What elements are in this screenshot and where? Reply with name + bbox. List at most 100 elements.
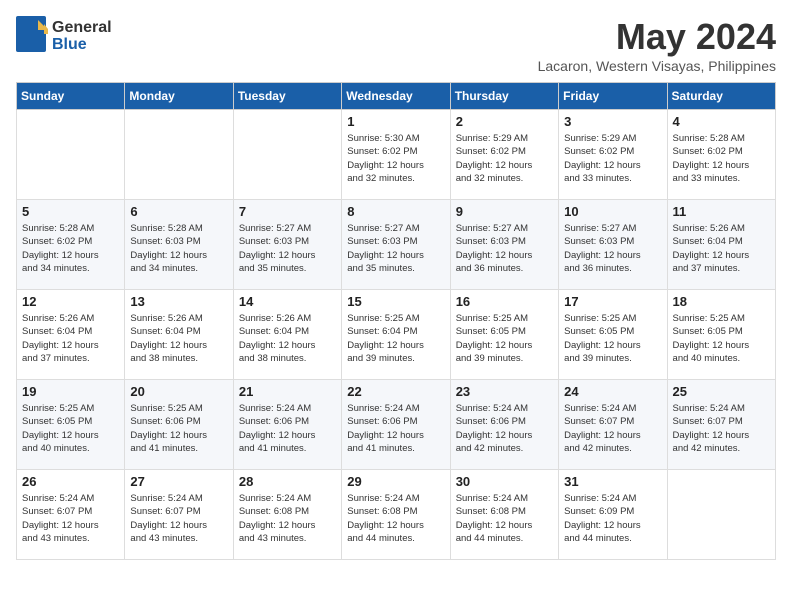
logo: General Blue (16, 16, 112, 57)
day-info: Sunrise: 5:24 AM Sunset: 6:06 PM Dayligh… (239, 402, 336, 455)
logo-icon (16, 16, 48, 57)
day-number: 11 (673, 204, 770, 219)
day-info: Sunrise: 5:25 AM Sunset: 6:05 PM Dayligh… (673, 312, 770, 365)
day-info: Sunrise: 5:24 AM Sunset: 6:06 PM Dayligh… (347, 402, 444, 455)
day-number: 10 (564, 204, 661, 219)
day-number: 8 (347, 204, 444, 219)
day-info: Sunrise: 5:25 AM Sunset: 6:06 PM Dayligh… (130, 402, 227, 455)
day-info: Sunrise: 5:27 AM Sunset: 6:03 PM Dayligh… (239, 222, 336, 275)
month-title: May 2024 (538, 16, 776, 58)
header-saturday: Saturday (667, 83, 775, 110)
day-info: Sunrise: 5:24 AM Sunset: 6:08 PM Dayligh… (456, 492, 553, 545)
calendar-cell: 19Sunrise: 5:25 AM Sunset: 6:05 PM Dayli… (17, 380, 125, 470)
day-number: 29 (347, 474, 444, 489)
day-info: Sunrise: 5:24 AM Sunset: 6:08 PM Dayligh… (347, 492, 444, 545)
header-sunday: Sunday (17, 83, 125, 110)
calendar-cell: 14 Sunrise: 5:26 AM Sunset: 6:04 PM Dayli… (233, 290, 341, 380)
day-number: 9 (456, 204, 553, 219)
calendar-week-2: 5 Sunrise: 5:28 AM Sunset: 6:02 PM Daylig… (17, 200, 776, 290)
day-info: Sunrise: 5:26 AM Sunset: 6:04 PM Dayligh… (673, 222, 770, 275)
calendar-cell: 11 Sunrise: 5:26 AM Sunset: 6:04 PM Dayli… (667, 200, 775, 290)
calendar-cell: 13 Sunrise: 5:26 AM Sunset: 6:04 PM Dayli… (125, 290, 233, 380)
day-info: Sunrise: 5:26 AM Sunset: 6:04 PM Dayligh… (239, 312, 336, 365)
calendar-cell: 2 Sunrise: 5:29 AM Sunset: 6:02 PM Daylig… (450, 110, 558, 200)
calendar-cell: 30 Sunrise: 5:24 AM Sunset: 6:08 PM Dayli… (450, 470, 558, 560)
calendar-cell: 16Sunrise: 5:25 AM Sunset: 6:05 PM Dayli… (450, 290, 558, 380)
calendar-week-5: 26 Sunrise: 5:24 AM Sunset: 6:07 PM Dayli… (17, 470, 776, 560)
day-info: Sunrise: 5:24 AM Sunset: 6:07 PM Dayligh… (673, 402, 770, 455)
calendar-cell (17, 110, 125, 200)
logo-general-text: General (52, 19, 112, 36)
day-info: Sunrise: 5:27 AM Sunset: 6:03 PM Dayligh… (564, 222, 661, 275)
calendar-cell (667, 470, 775, 560)
day-info: Sunrise: 5:28 AM Sunset: 6:02 PM Dayligh… (22, 222, 119, 275)
day-info: Sunrise: 5:26 AM Sunset: 6:04 PM Dayligh… (130, 312, 227, 365)
calendar-cell: 18 Sunrise: 5:25 AM Sunset: 6:05 PM Dayli… (667, 290, 775, 380)
day-number: 14 (239, 294, 336, 309)
day-number: 18 (673, 294, 770, 309)
day-number: 27 (130, 474, 227, 489)
calendar-table: SundayMondayTuesdayWednesdayThursdayFrid… (16, 82, 776, 560)
calendar-cell (125, 110, 233, 200)
calendar-cell: 9 Sunrise: 5:27 AM Sunset: 6:03 PM Daylig… (450, 200, 558, 290)
calendar-cell: 17 Sunrise: 5:25 AM Sunset: 6:05 PM Dayli… (559, 290, 667, 380)
day-info: Sunrise: 5:24 AM Sunset: 6:09 PM Dayligh… (564, 492, 661, 545)
calendar-cell: 10 Sunrise: 5:27 AM Sunset: 6:03 PM Dayli… (559, 200, 667, 290)
calendar-cell: 15Sunrise: 5:25 AM Sunset: 6:04 PM Dayli… (342, 290, 450, 380)
calendar-header-row: SundayMondayTuesdayWednesdayThursdayFrid… (17, 83, 776, 110)
day-number: 30 (456, 474, 553, 489)
day-number: 20 (130, 384, 227, 399)
location-subtitle: Lacaron, Western Visayas, Philippines (538, 58, 776, 74)
calendar-cell: 8Sunrise: 5:27 AM Sunset: 6:03 PM Daylig… (342, 200, 450, 290)
day-number: 28 (239, 474, 336, 489)
header-tuesday: Tuesday (233, 83, 341, 110)
day-number: 31 (564, 474, 661, 489)
day-info: Sunrise: 5:25 AM Sunset: 6:05 PM Dayligh… (564, 312, 661, 365)
page-header: General Blue May 2024 Lacaron, Western V… (16, 16, 776, 74)
calendar-cell: 1 Sunrise: 5:30 AM Sunset: 6:02 PM Daylig… (342, 110, 450, 200)
day-number: 6 (130, 204, 227, 219)
day-number: 16 (456, 294, 553, 309)
day-info: Sunrise: 5:30 AM Sunset: 6:02 PM Dayligh… (347, 132, 444, 185)
calendar-cell: 21 Sunrise: 5:24 AM Sunset: 6:06 PM Dayli… (233, 380, 341, 470)
day-info: Sunrise: 5:24 AM Sunset: 6:07 PM Dayligh… (22, 492, 119, 545)
day-number: 26 (22, 474, 119, 489)
calendar-cell: 12Sunrise: 5:26 AM Sunset: 6:04 PM Dayli… (17, 290, 125, 380)
day-info: Sunrise: 5:24 AM Sunset: 6:08 PM Dayligh… (239, 492, 336, 545)
day-number: 21 (239, 384, 336, 399)
day-info: Sunrise: 5:24 AM Sunset: 6:06 PM Dayligh… (456, 402, 553, 455)
calendar-cell: 3 Sunrise: 5:29 AM Sunset: 6:02 PM Daylig… (559, 110, 667, 200)
day-info: Sunrise: 5:24 AM Sunset: 6:07 PM Dayligh… (130, 492, 227, 545)
day-number: 2 (456, 114, 553, 129)
day-info: Sunrise: 5:24 AM Sunset: 6:07 PM Dayligh… (564, 402, 661, 455)
day-number: 25 (673, 384, 770, 399)
calendar-cell: 4 Sunrise: 5:28 AM Sunset: 6:02 PM Daylig… (667, 110, 775, 200)
day-number: 22 (347, 384, 444, 399)
day-number: 5 (22, 204, 119, 219)
day-number: 19 (22, 384, 119, 399)
calendar-cell: 26 Sunrise: 5:24 AM Sunset: 6:07 PM Dayli… (17, 470, 125, 560)
header-thursday: Thursday (450, 83, 558, 110)
day-info: Sunrise: 5:28 AM Sunset: 6:03 PM Dayligh… (130, 222, 227, 275)
calendar-week-4: 19Sunrise: 5:25 AM Sunset: 6:05 PM Dayli… (17, 380, 776, 470)
calendar-cell: 25 Sunrise: 5:24 AM Sunset: 6:07 PM Dayli… (667, 380, 775, 470)
calendar-cell: 22 Sunrise: 5:24 AM Sunset: 6:06 PM Dayli… (342, 380, 450, 470)
calendar-cell: 20 Sunrise: 5:25 AM Sunset: 6:06 PM Dayli… (125, 380, 233, 470)
logo-blue-text: Blue (52, 36, 87, 53)
day-info: Sunrise: 5:27 AM Sunset: 6:03 PM Dayligh… (456, 222, 553, 275)
day-info: Sunrise: 5:29 AM Sunset: 6:02 PM Dayligh… (564, 132, 661, 185)
calendar-cell: 5 Sunrise: 5:28 AM Sunset: 6:02 PM Daylig… (17, 200, 125, 290)
title-area: May 2024 Lacaron, Western Visayas, Phili… (538, 16, 776, 74)
day-number: 1 (347, 114, 444, 129)
calendar-cell: 29 Sunrise: 5:24 AM Sunset: 6:08 PM Dayli… (342, 470, 450, 560)
day-info: Sunrise: 5:29 AM Sunset: 6:02 PM Dayligh… (456, 132, 553, 185)
calendar-cell: 31 Sunrise: 5:24 AM Sunset: 6:09 PM Dayli… (559, 470, 667, 560)
day-number: 13 (130, 294, 227, 309)
day-number: 17 (564, 294, 661, 309)
day-number: 23 (456, 384, 553, 399)
day-number: 4 (673, 114, 770, 129)
day-number: 3 (564, 114, 661, 129)
calendar-week-1: 1 Sunrise: 5:30 AM Sunset: 6:02 PM Daylig… (17, 110, 776, 200)
day-number: 7 (239, 204, 336, 219)
day-info: Sunrise: 5:28 AM Sunset: 6:02 PM Dayligh… (673, 132, 770, 185)
